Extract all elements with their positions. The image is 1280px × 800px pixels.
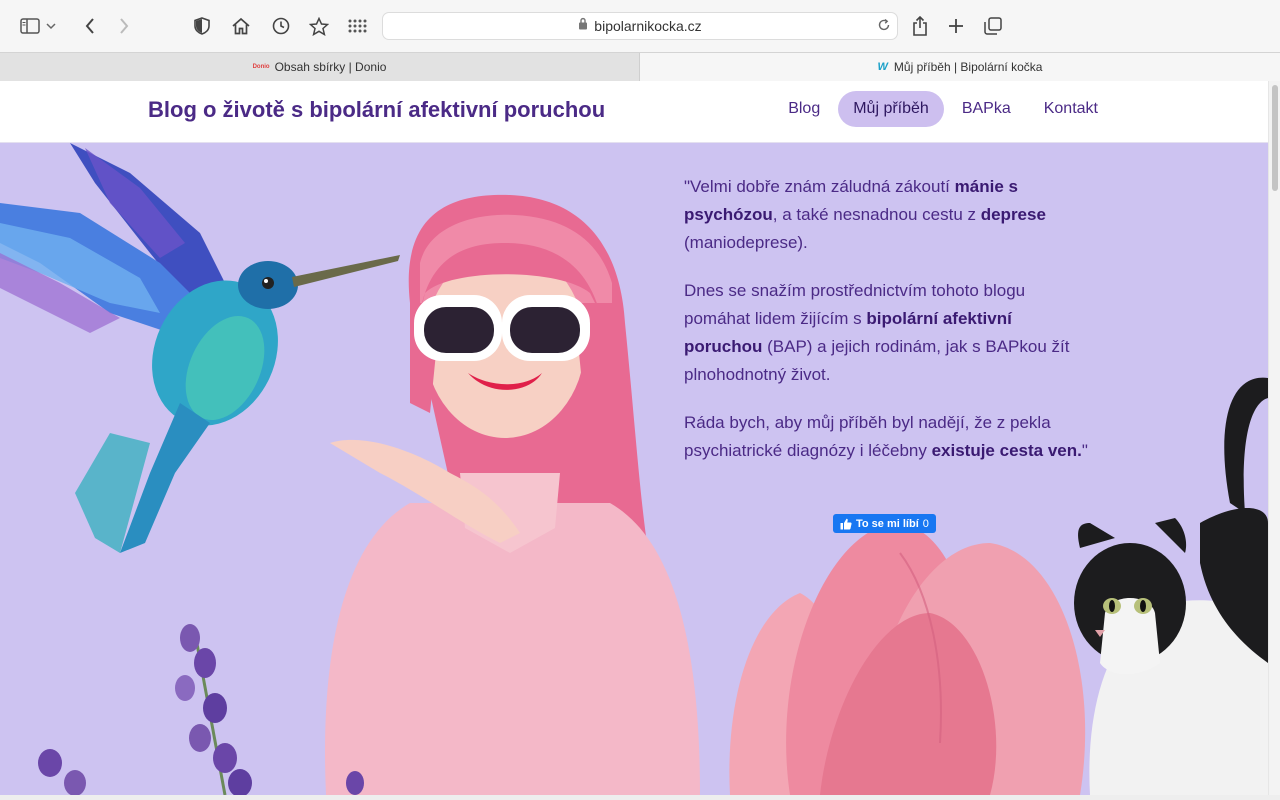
page-scrollbar[interactable] — [1268, 81, 1280, 800]
site-header: Blog o životě s bipolární afektivní poru… — [0, 81, 1268, 143]
lock-icon — [578, 17, 588, 35]
home-icon[interactable] — [228, 13, 254, 39]
quote-paragraph-2: Dnes se snažím prostřednictvím tohoto bl… — [684, 281, 1070, 384]
browser-toolbar: bipolarnikocka.cz — [0, 0, 1280, 52]
thumbs-up-icon — [840, 518, 852, 530]
quote-paragraph-1: "Velmi dobře znám záludná zákoutí mánie … — [684, 177, 1046, 252]
tab-strip: Donio Obsah sbírky | Donio W Můj příběh … — [0, 52, 1280, 81]
nav-item-kontakt[interactable]: Kontakt — [1029, 91, 1113, 127]
site-title[interactable]: Blog o životě s bipolární afektivní poru… — [148, 97, 605, 123]
sidebar-icon[interactable] — [17, 13, 43, 39]
nav-item-blog[interactable]: Blog — [773, 91, 835, 127]
url-text: bipolarnikocka.cz — [594, 18, 702, 34]
page-bottom-strip — [0, 795, 1280, 800]
lavender-illustration — [38, 624, 364, 795]
tab-muj-pribeh[interactable]: W Můj příběh | Bipolární kočka — [640, 53, 1280, 81]
reload-icon[interactable] — [877, 18, 891, 37]
quote-paragraph-3: Ráda bych, aby můj příběh byl nadějí, že… — [684, 413, 1088, 460]
star-icon[interactable] — [306, 13, 332, 39]
back-icon[interactable] — [77, 13, 103, 39]
nav-item-muj-pribeh[interactable]: Můj příběh — [838, 91, 944, 127]
privacy-shield-icon[interactable] — [189, 13, 215, 39]
tab-label: Můj příběh | Bipolární kočka — [893, 60, 1043, 74]
pink-tulip-illustration — [729, 523, 1086, 795]
like-label: To se mi líbí — [856, 517, 919, 530]
plus-icon[interactable] — [943, 13, 969, 39]
bipolarni-kocka-favicon-icon: W — [877, 61, 888, 73]
woman-pink-hair-illustration — [324, 194, 700, 795]
grid-icon[interactable] — [344, 13, 370, 39]
donio-favicon-icon: Donio — [252, 64, 270, 70]
like-count: 0 — [922, 517, 929, 530]
hero-quote: "Velmi dobře znám záludná zákoutí mánie … — [684, 173, 1094, 485]
hummingbird-illustration — [0, 143, 400, 553]
hero-section: "Velmi dobře znám záludná zákoutí mánie … — [0, 143, 1268, 795]
chevron-down-icon[interactable] — [44, 13, 58, 39]
main-nav: Blog Můj příběh BAPka Kontakt — [770, 91, 1113, 127]
black-white-cat-illustration — [1074, 377, 1268, 795]
tabs-overview-icon[interactable] — [980, 13, 1006, 39]
facebook-like-button[interactable]: To se mi líbí 0 — [833, 514, 936, 533]
share-icon[interactable] — [907, 13, 933, 39]
tab-label: Obsah sbírky | Donio — [274, 60, 387, 74]
history-icon[interactable] — [268, 13, 294, 39]
address-bar[interactable]: bipolarnikocka.cz — [382, 12, 898, 40]
tab-donio[interactable]: Donio Obsah sbírky | Donio — [0, 53, 640, 81]
nav-item-bapka[interactable]: BAPka — [947, 91, 1026, 127]
scrollbar-thumb[interactable] — [1272, 85, 1278, 191]
forward-icon[interactable] — [111, 13, 137, 39]
